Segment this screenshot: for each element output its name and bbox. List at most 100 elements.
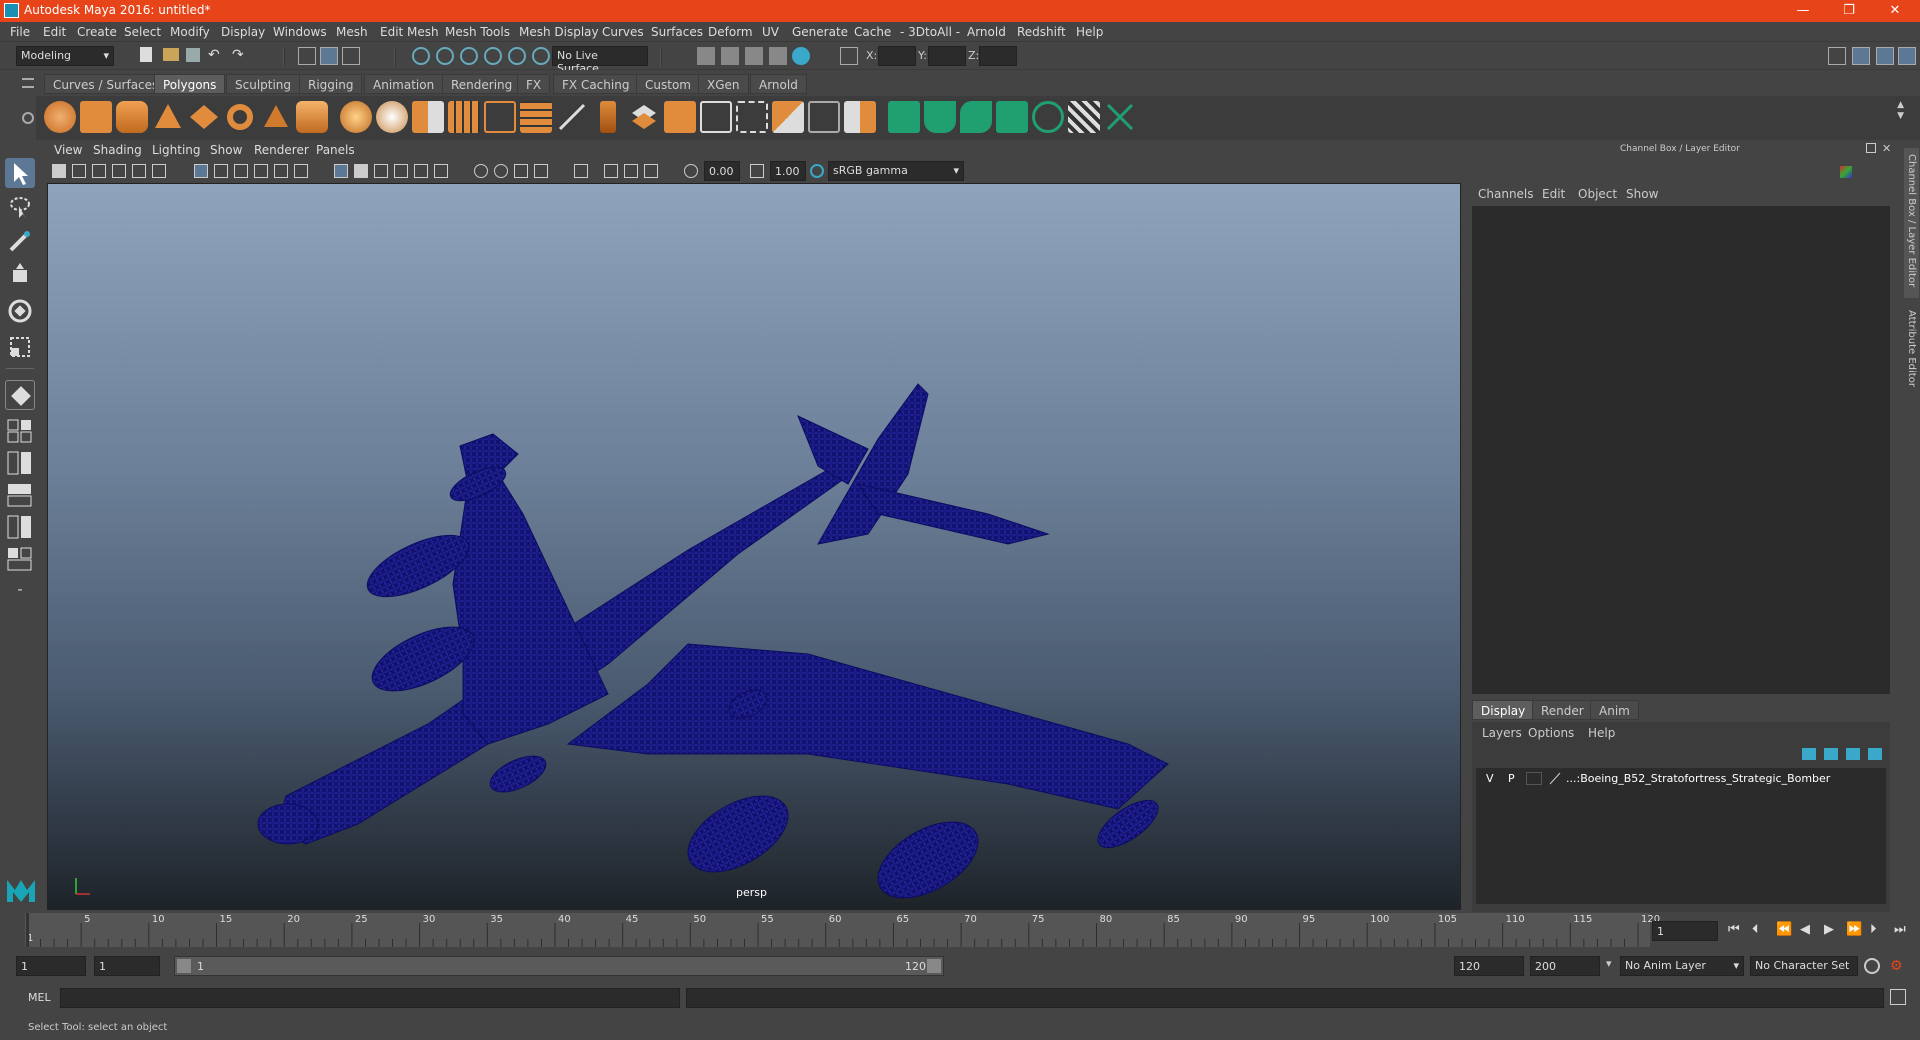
mirror-icon[interactable] — [412, 101, 444, 133]
layer-type-toggle[interactable] — [1526, 772, 1542, 785]
uv-unfold-icon[interactable] — [1032, 101, 1064, 133]
menu-curves[interactable]: Curves — [602, 25, 644, 39]
last-tool-icon[interactable] — [5, 380, 35, 410]
live-surface-field[interactable]: No Live Surface — [552, 46, 648, 75]
float-panel-icon[interactable] — [1866, 143, 1876, 153]
open-scene-icon[interactable] — [163, 48, 179, 61]
channel-box-toggle-icon[interactable] — [1852, 47, 1870, 65]
hypershade-layout-icon[interactable] — [5, 546, 35, 572]
depth-of-field-icon[interactable] — [534, 164, 548, 178]
snap-grid-icon[interactable] — [412, 47, 430, 65]
append-polygon-icon[interactable] — [700, 101, 732, 133]
range-start-handle[interactable] — [177, 959, 191, 973]
ipr-render-icon[interactable] — [745, 47, 763, 65]
attribute-editor-side-tab[interactable]: Attribute Editor — [1904, 304, 1919, 394]
gate-mask-icon[interactable] — [254, 164, 268, 178]
menu-mesh[interactable]: Mesh — [336, 25, 368, 39]
menu-surfaces[interactable]: Surfaces — [651, 25, 703, 39]
vp-menu-show[interactable]: Show — [210, 143, 242, 157]
step-forward-key-icon[interactable]: ⏩ — [1846, 922, 1862, 937]
vp-menu-renderer[interactable]: Renderer — [254, 143, 309, 157]
vp-menu-view[interactable]: View — [54, 143, 82, 157]
shelf-settings-icon[interactable] — [22, 112, 34, 124]
undo-icon[interactable]: ↶ — [208, 47, 226, 65]
menu-cache[interactable]: Cache — [854, 25, 891, 39]
tab-xgen[interactable]: XGen — [698, 74, 749, 94]
current-frame-field[interactable]: 1 — [1652, 921, 1718, 941]
layer-row[interactable]: V P ...:Boeing_B52_Stratofortress_Strate… — [1476, 770, 1886, 788]
script-language-label[interactable]: MEL — [28, 991, 51, 1004]
transform-input-icon[interactable] — [840, 47, 858, 65]
tool-settings-toggle-icon[interactable] — [1876, 47, 1894, 65]
film-gate-icon[interactable] — [214, 164, 228, 178]
slide-edge-icon[interactable] — [844, 101, 876, 133]
step-back-frame-icon[interactable]: ⏴ — [1752, 922, 1759, 937]
poly-sphere-icon[interactable] — [44, 101, 76, 133]
four-view-layout-icon[interactable] — [5, 450, 35, 476]
exposure-icon[interactable] — [684, 164, 698, 178]
persp-outliner-layout-icon[interactable] — [5, 482, 35, 508]
layout-more-icon[interactable]: - — [5, 580, 35, 602]
smooth-shade-icon[interactable] — [354, 164, 368, 178]
channel-menu-object[interactable]: Object — [1578, 187, 1617, 201]
select-component-icon[interactable] — [342, 47, 360, 65]
time-slider[interactable]: 1 5 10 15 20 25 30 35 40 45 50 55 60 65 70 75 80 85 90 95 1… — [25, 913, 1660, 947]
vp-menu-shading[interactable]: Shading — [93, 143, 142, 157]
tab-custom[interactable]: Custom — [636, 74, 700, 94]
perspective-viewport[interactable]: persp — [47, 183, 1461, 910]
channel-menu-edit[interactable]: Edit — [1542, 187, 1565, 201]
reduce-icon[interactable] — [484, 101, 516, 133]
x-field[interactable] — [878, 46, 916, 66]
rotate-tool-icon[interactable] — [5, 296, 35, 326]
new-scene-icon[interactable] — [140, 47, 152, 62]
snap-live-icon[interactable] — [508, 47, 526, 65]
2d-pan-zoom-icon[interactable] — [132, 164, 146, 178]
snap-view-icon[interactable] — [484, 47, 502, 65]
menu-set-dropdown[interactable]: Modeling ▾ — [16, 46, 114, 66]
layer-visibility-toggle[interactable]: V — [1486, 772, 1494, 785]
xray-components-icon[interactable] — [644, 164, 658, 178]
screen-space-ao-icon[interactable] — [474, 164, 488, 178]
menu-mesh-tools[interactable]: Mesh Tools — [445, 25, 510, 39]
layer-menu-layers[interactable]: Layers — [1482, 726, 1522, 740]
xray-joints-icon[interactable] — [624, 164, 638, 178]
resolution-gate-icon[interactable] — [234, 164, 248, 178]
tab-curves-surfaces[interactable]: Curves / Surfaces — [44, 74, 168, 94]
lasso-tool-icon[interactable] — [5, 192, 35, 222]
hypershade-icon[interactable] — [792, 47, 810, 65]
script-editor-icon[interactable] — [1890, 989, 1906, 1005]
poly-cube-icon[interactable] — [80, 101, 112, 133]
tab-display[interactable]: Display — [1472, 700, 1535, 720]
maximize-button[interactable]: ❐ — [1826, 0, 1872, 22]
start-time-field[interactable]: 1 — [16, 956, 86, 976]
field-chart-icon[interactable] — [274, 164, 288, 178]
menu-edit-mesh[interactable]: Edit Mesh — [380, 25, 439, 39]
anim-prefs-icon[interactable]: ⚙ — [1890, 958, 1906, 974]
poly-pyramid-icon[interactable] — [260, 101, 292, 133]
layer-menu-options[interactable]: Options — [1528, 726, 1574, 740]
combine-icon[interactable] — [340, 101, 372, 133]
play-forward-icon[interactable]: ▶ — [1824, 922, 1834, 937]
menu-mesh-display[interactable]: Mesh Display — [519, 25, 599, 39]
menu-arnold[interactable]: Arnold — [967, 25, 1006, 39]
snap-curve-icon[interactable] — [436, 47, 454, 65]
end-time-field[interactable]: 200 — [1530, 956, 1600, 976]
isolate-select-icon[interactable] — [574, 164, 588, 178]
paint-select-tool-icon[interactable] — [5, 226, 35, 256]
gamma-field[interactable]: 1.00 — [770, 161, 806, 181]
menu-display[interactable]: Display — [221, 25, 265, 39]
multi-cut-icon[interactable] — [556, 101, 588, 133]
menu-help[interactable]: Help — [1076, 25, 1103, 39]
new-layer-selected-icon[interactable] — [1868, 748, 1882, 760]
uv-planar-icon[interactable] — [888, 101, 920, 133]
range-end-handle[interactable] — [927, 959, 941, 973]
snap-point-icon[interactable] — [460, 47, 478, 65]
multisample-aa-icon[interactable] — [514, 164, 528, 178]
menu-redshift[interactable]: Redshift — [1017, 25, 1066, 39]
channel-menu-show[interactable]: Show — [1626, 187, 1658, 201]
extrude-icon[interactable] — [600, 101, 616, 133]
shelf-menu-icon[interactable] — [22, 78, 34, 88]
target-weld-icon[interactable] — [808, 101, 840, 133]
render-frame-icon[interactable] — [721, 47, 739, 65]
workspace-icon[interactable] — [1828, 47, 1846, 65]
